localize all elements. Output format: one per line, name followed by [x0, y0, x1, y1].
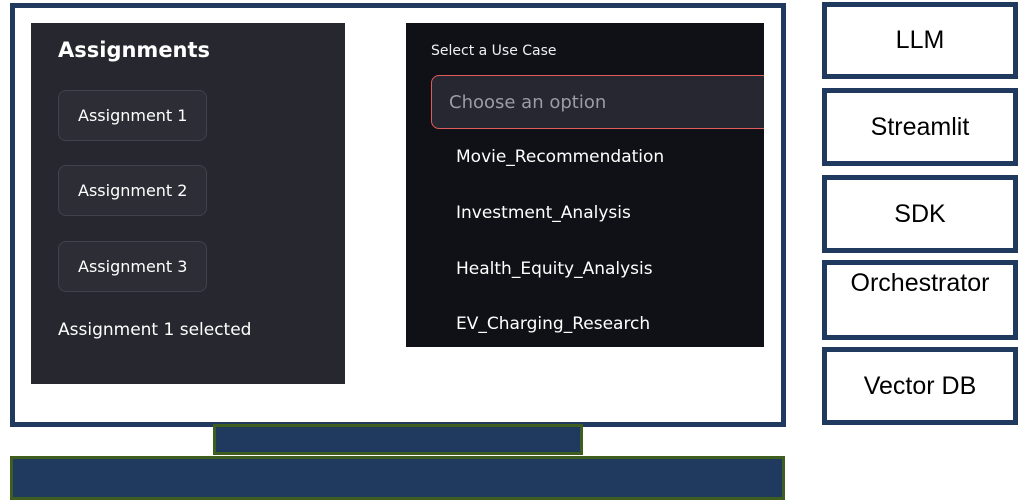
stack-box-streamlit: Streamlit	[822, 88, 1018, 166]
use-case-placeholder: Choose an option	[449, 91, 607, 113]
stack-box-orchestrator: Orchestrator	[822, 260, 1018, 340]
stack-label-sdk: SDK	[894, 200, 946, 228]
stack-box-vector-db: Vector DB	[822, 347, 1018, 425]
assignments-title: Assignments	[58, 38, 211, 62]
monitor-stand-neck	[213, 424, 583, 455]
assignments-panel: Assignments Assignment 1 Assignment 2 As…	[31, 23, 345, 384]
use-case-label: Select a Use Case	[431, 43, 557, 59]
stack-label-orchestrator: Orchestrator	[850, 269, 990, 297]
stack-box-sdk: SDK	[822, 175, 1018, 253]
use-case-panel: Select a Use Case Choose an option Movie…	[406, 23, 764, 347]
stack-label-vector-db: Vector DB	[863, 372, 977, 400]
option-health-equity-analysis[interactable]: Health_Equity_Analysis	[456, 259, 653, 279]
stack-box-llm: LLM	[822, 2, 1018, 79]
option-ev-charging-research[interactable]: EV_Charging_Research	[456, 314, 650, 334]
stack-label-streamlit: Streamlit	[870, 113, 970, 141]
stack-label-llm: LLM	[895, 26, 945, 54]
assignment-status-text: Assignment 1 selected	[58, 320, 252, 340]
monitor-stand-base	[10, 456, 785, 500]
assignment-1-button[interactable]: Assignment 1	[58, 90, 208, 141]
option-investment-analysis[interactable]: Investment_Analysis	[456, 203, 631, 223]
use-case-select[interactable]: Choose an option	[431, 75, 764, 129]
assignment-3-button[interactable]: Assignment 3	[58, 241, 208, 292]
option-movie-recommendation[interactable]: Movie_Recommendation	[456, 147, 664, 167]
assignment-2-button[interactable]: Assignment 2	[58, 165, 208, 216]
